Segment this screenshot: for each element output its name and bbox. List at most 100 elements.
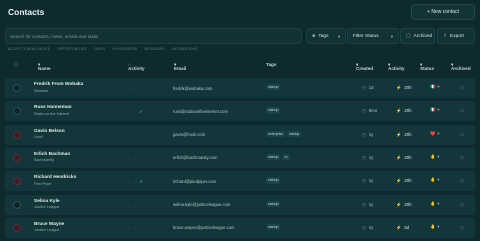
activity-value: 20h [404, 154, 412, 160]
column-header-activity[interactable]: Activity ◌ [128, 62, 145, 71]
view-link[interactable]: IN PROGRESS [112, 47, 137, 53]
archive-icon[interactable]: ⊡ [460, 225, 464, 231]
search-box[interactable] [5, 28, 302, 44]
lightning-icon: ⚡ [396, 108, 402, 114]
view-link[interactable]: TASKS [94, 47, 106, 53]
table-row[interactable]: Gavin Belson Hooli ◌◌◌ gavin@hooli.com e… [5, 124, 475, 145]
view-link[interactable]: MESSAGES [144, 47, 164, 53]
status-select[interactable]: 🤚 ▾ [430, 224, 439, 230]
archive-icon[interactable]: ⊡ [460, 178, 464, 184]
activity-icons: ◌◌✓ [128, 179, 146, 185]
chevron-down-icon: ▼ [390, 34, 394, 39]
tags-cell: startup vc [266, 153, 290, 161]
status-select[interactable]: 🤚 ▾ [430, 154, 439, 160]
archive-icon[interactable]: ⊡ [460, 85, 464, 91]
contact-email[interactable]: russ@radioontheinternet.com [173, 109, 228, 114]
export-icon: ⇧ [443, 33, 448, 39]
archive-icon[interactable]: ⊡ [460, 108, 464, 114]
avatar [13, 200, 21, 209]
tag-chip[interactable]: vc [282, 153, 290, 161]
activity-icons: ◌◌◌ [128, 156, 145, 161]
tag-chip[interactable]: startup [266, 200, 281, 207]
contact-name[interactable]: Russ Hanneman [34, 105, 72, 110]
archived-toggle[interactable]: ▢ Archived [400, 28, 435, 44]
last-activity-cell: ⚡ 20h [396, 155, 412, 161]
export-button[interactable]: ⇧ Export [437, 28, 475, 44]
search-input[interactable] [10, 33, 270, 39]
contact-email[interactable]: gavin@hooli.com [173, 132, 205, 137]
contact-email[interactable]: fredrik@wobaka.com [173, 86, 212, 91]
tags-cell: startup [266, 84, 281, 91]
created-value: 1y [368, 178, 374, 184]
created-cell: ◷ 1y [362, 202, 373, 208]
tag-chip[interactable]: startup [266, 153, 281, 161]
table-row[interactable]: Richard Hendricks Pied Piper ◌◌✓ richard… [5, 171, 475, 192]
contact-email[interactable]: erlich@bachmanity.com [173, 155, 217, 160]
tag-chip[interactable]: startup [287, 130, 302, 137]
column-header-archived[interactable]: Archived ▾ [451, 62, 471, 71]
contact-email[interactable]: richard@piedpiper.com [173, 179, 216, 184]
contact-name[interactable]: Bruce Wayne [34, 222, 64, 227]
table-row[interactable]: Selina Kyle Justice League ◌◌◌ selina.ky… [5, 194, 475, 215]
archive-icon: ▢ [406, 33, 411, 39]
tags-filter-button[interactable]: ⬥ Tags ▼ [306, 28, 346, 44]
created-value: 1y [368, 224, 374, 230]
column-header-name[interactable]: Name ▾ [38, 62, 51, 71]
contact-email[interactable]: selina.kyle@justiceleague.com [173, 202, 230, 207]
tag-chip[interactable]: enterprise [266, 130, 286, 137]
contact-name[interactable]: Richard Hendricks [34, 175, 76, 180]
archive-icon[interactable]: ⊡ [460, 132, 464, 138]
column-header-tags[interactable]: Tags [266, 62, 276, 67]
select-all-checkbox[interactable]: ☐ [14, 62, 18, 68]
tag-chip[interactable]: startup [266, 223, 281, 231]
clock-icon: ◷ [362, 154, 366, 160]
contact-email[interactable]: bruce.wayne@justiceleague.com [173, 225, 235, 230]
filter-status-select[interactable]: Filter Status ▼ [347, 28, 399, 44]
created-value: 1y [368, 154, 374, 160]
table-row[interactable]: Fredrik From Wobaka Wobaka ◌◌◌ fredrik@w… [5, 78, 475, 98]
archive-icon[interactable]: ⊡ [460, 202, 464, 208]
view-link[interactable]: OPPORTUNITIES [57, 47, 86, 53]
note-icon: ◌ [139, 202, 146, 208]
column-header-activity-2[interactable]: Activity ▾ [388, 62, 405, 71]
lightning-icon: ⚡ [396, 154, 402, 160]
contact-name[interactable]: Erlich Bachman [34, 152, 70, 157]
column-header-email[interactable]: Email ▾ [174, 62, 186, 71]
saved-views-bar: ACCEPT A NEW CHOICE OPPORTUNITIES TASKS … [8, 47, 198, 53]
contact-name[interactable]: Gavin Belson [34, 129, 65, 134]
view-link[interactable]: AUTOMATIONS [171, 47, 197, 53]
created-cell: ◷ 1y [362, 155, 373, 161]
tag-chip[interactable]: startup [266, 107, 281, 114]
toolbar: ⬥ Tags ▼ Filter Status ▼ ▢ Archived ⇧ Ex… [0, 27, 480, 45]
activity-icons: ◌◌◌ [128, 133, 145, 138]
contact-name[interactable]: Selina Kyle [34, 199, 60, 204]
status-select[interactable]: 🤚 ▾ [430, 201, 439, 207]
contact-company: Hooli [34, 135, 43, 140]
table-row[interactable]: Bruce Wayne Justice League ◌◌◌ bruce.way… [5, 217, 475, 238]
last-activity-cell: ⚡ 20h [396, 108, 412, 114]
status-select[interactable]: 🇮🇹 ▾ [430, 107, 439, 113]
activity-value: 20h [404, 201, 412, 207]
created-cell: ◷ 1y [362, 178, 373, 184]
status-select[interactable]: 🇮🇹 ▾ [430, 84, 439, 90]
view-link[interactable]: ACCEPT A NEW CHOICE [8, 47, 50, 53]
activity-value: 20h [404, 178, 412, 184]
avatar [13, 130, 21, 139]
archive-icon[interactable]: ⊡ [460, 155, 464, 161]
column-header-status[interactable]: Status ▾ [420, 62, 434, 71]
status-emoji: 🤚 [430, 177, 436, 183]
clock-icon: ◷ [362, 178, 366, 184]
new-contact-button[interactable]: + New contact [411, 4, 475, 20]
tags-cell: startup [266, 177, 281, 184]
table-row[interactable]: Russ Hanneman Radio on the Internet ◌◌✓ … [5, 101, 475, 122]
export-label: Export [450, 33, 464, 39]
status-select[interactable]: 🤚 ▾ [430, 177, 439, 183]
tag-chip[interactable]: startup [266, 84, 281, 91]
activity-value: 20h [404, 108, 412, 114]
table-row[interactable]: Erlich Bachman Bachmanity ◌◌◌ erlich@bac… [5, 147, 475, 168]
tag-chip[interactable]: startup [266, 177, 281, 184]
lightning-icon: ⚡ [396, 131, 402, 137]
column-header-created[interactable]: Created ▾ [356, 62, 373, 71]
status-select[interactable]: ❤️ ▾ [430, 131, 439, 137]
contact-name[interactable]: Fredrik From Wobaka [34, 82, 83, 87]
